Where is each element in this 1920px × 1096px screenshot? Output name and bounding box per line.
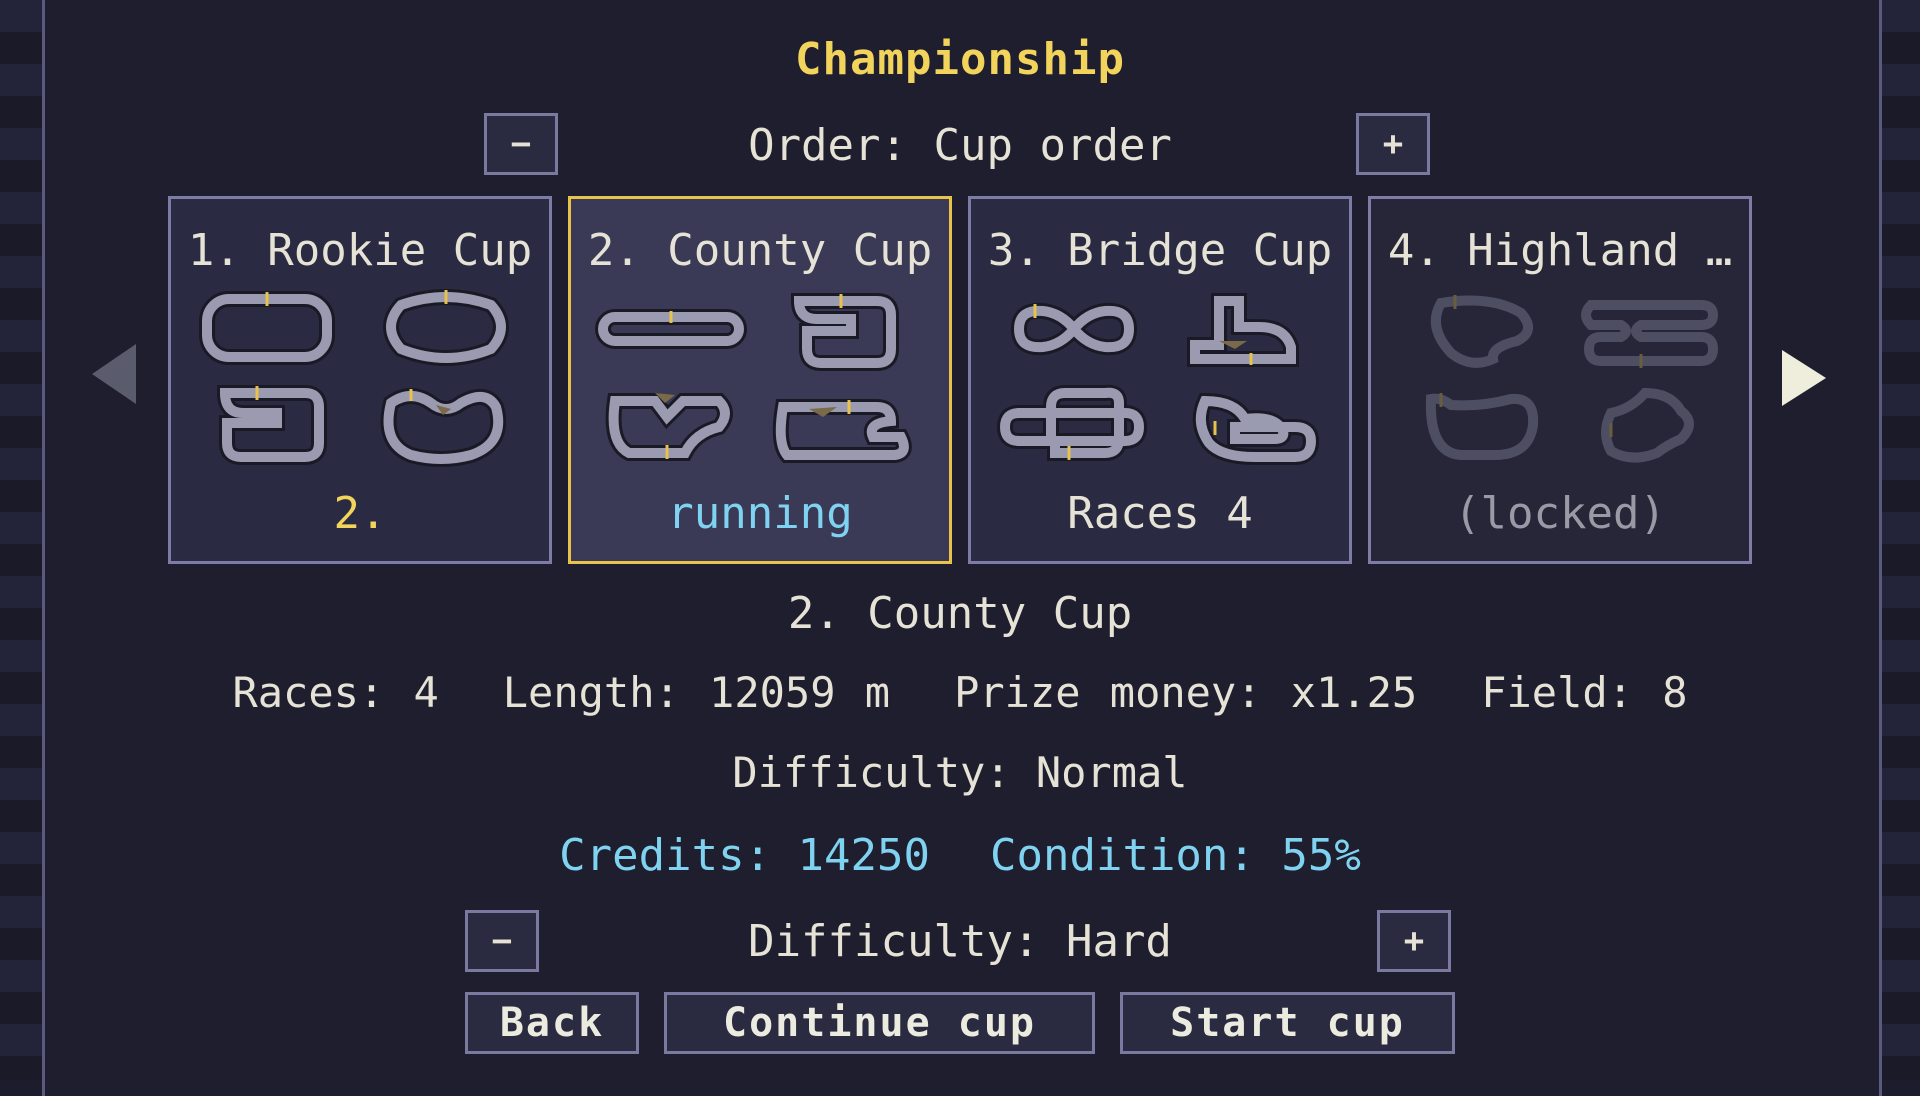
track-thumbnail bbox=[1581, 300, 1719, 368]
track-thumbnail bbox=[1192, 392, 1320, 465]
cup-card-status: 2. bbox=[333, 488, 387, 539]
cup-card-county[interactable]: 2. County Cup running bbox=[568, 196, 952, 564]
track-thumbnails bbox=[191, 287, 535, 477]
back-button[interactable]: Back bbox=[465, 992, 639, 1054]
cup-card-bridge[interactable]: 3. Bridge Cup Races 4 bbox=[968, 196, 1352, 564]
track-thumbnail bbox=[996, 384, 1148, 461]
track-thumbnails bbox=[991, 287, 1335, 477]
cup-card-title: 1. Rookie Cup bbox=[187, 225, 533, 276]
cup-card-status: (locked) bbox=[1454, 488, 1666, 539]
credits-value: Credits: 14250 bbox=[559, 830, 930, 881]
track-thumbnails bbox=[1391, 287, 1735, 477]
continue-cup-button[interactable]: Continue cup bbox=[664, 992, 1095, 1054]
cup-card-title: 4. Highland … bbox=[1387, 225, 1733, 276]
track-thumbnail bbox=[790, 293, 899, 371]
track-thumbnail bbox=[1430, 295, 1533, 368]
cup-card-status: running bbox=[667, 488, 853, 539]
cup-card-title: 3. Bridge Cup bbox=[987, 225, 1333, 276]
cup-card-status: Races 4 bbox=[1067, 488, 1253, 539]
track-thumbnail bbox=[380, 388, 507, 467]
track-thumbnail bbox=[772, 399, 912, 463]
difficulty-plus-button[interactable]: + bbox=[1377, 910, 1451, 972]
order-plus-button[interactable]: + bbox=[1356, 113, 1430, 175]
page-title: Championship bbox=[795, 34, 1125, 85]
track-thumbnail bbox=[1010, 302, 1138, 356]
player-status-row: Credits: 14250 Condition: 55% bbox=[0, 830, 1920, 881]
cup-difficulty: Difficulty: Normal bbox=[732, 748, 1188, 797]
track-thumbnail bbox=[383, 289, 509, 366]
track-thumbnail bbox=[595, 309, 747, 349]
track-thumbnail bbox=[199, 291, 335, 365]
track-thumbnail bbox=[216, 385, 327, 465]
track-thumbnail bbox=[1425, 393, 1539, 460]
cup-card-highland[interactable]: 4. Highland … (locked) bbox=[1368, 196, 1752, 564]
track-thumbnail bbox=[1187, 293, 1299, 367]
prize-stat: Prize money: x1.25 bbox=[954, 668, 1418, 717]
track-thumbnail bbox=[1601, 387, 1694, 463]
track-thumbnail bbox=[605, 393, 733, 461]
cup-card-title: 2. County Cup bbox=[587, 225, 933, 276]
length-stat: Length: 12059 m bbox=[502, 668, 891, 717]
races-stat: Races: 4 bbox=[232, 668, 439, 717]
selected-cup-name: 2. County Cup bbox=[787, 588, 1133, 639]
start-cup-button[interactable]: Start cup bbox=[1120, 992, 1455, 1054]
track-thumbnails bbox=[591, 287, 935, 477]
condition-value: Condition: 55% bbox=[990, 830, 1361, 881]
prev-page-arrow-icon[interactable] bbox=[92, 344, 136, 404]
difficulty-selector-label: Difficulty: Hard bbox=[748, 916, 1172, 967]
order-label: Order: Cup order bbox=[748, 120, 1172, 171]
cup-card-rookie[interactable]: 1. Rookie Cup 2. bbox=[168, 196, 552, 564]
cup-stats-row: Races: 4 Length: 12059 m Prize money: x1.2… bbox=[0, 668, 1920, 717]
next-page-arrow-icon[interactable] bbox=[1782, 350, 1826, 406]
field-stat: Field: 8 bbox=[1481, 668, 1688, 717]
